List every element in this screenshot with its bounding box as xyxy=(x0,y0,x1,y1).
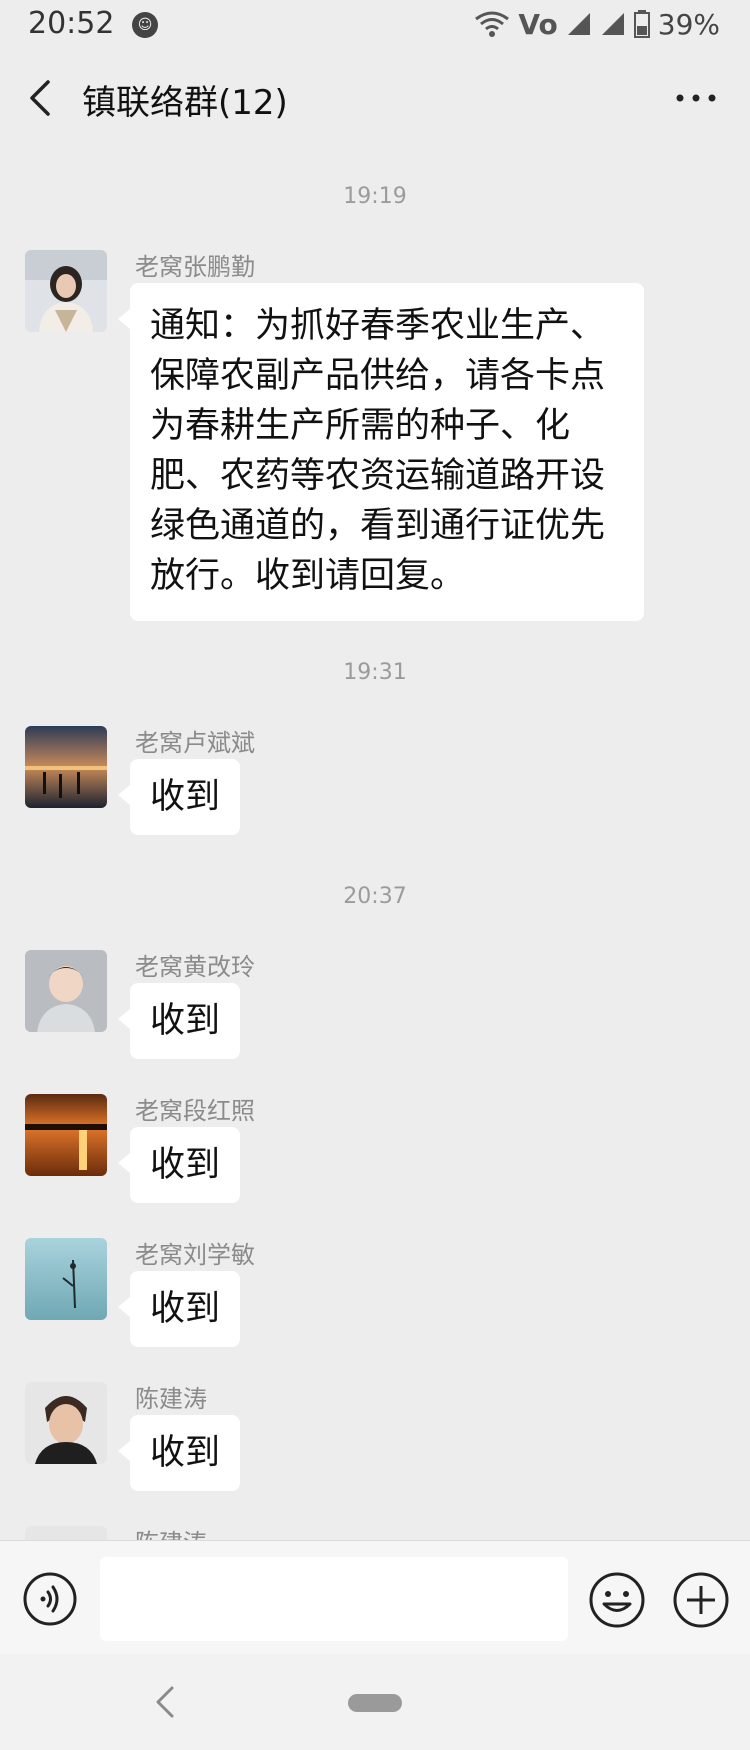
message-bubble[interactable]: 收到 xyxy=(117,759,241,835)
message-bubble[interactable]: 收到 xyxy=(117,983,241,1059)
avatar[interactable] xyxy=(25,950,107,1032)
battery-percent: 39% xyxy=(657,7,720,41)
signal-icon-2 xyxy=(601,13,624,35)
wifi-icon xyxy=(475,11,510,37)
sender-name: 陈建涛 xyxy=(135,1385,207,1413)
avatar[interactable] xyxy=(25,250,107,332)
signal-icon xyxy=(567,13,590,35)
sender-name: 老窝张鹏勤 xyxy=(135,253,255,281)
status-time: 20:52 xyxy=(28,6,115,41)
nav-back-icon[interactable] xyxy=(152,1684,178,1720)
avatar[interactable] xyxy=(25,1382,107,1464)
message-bubble[interactable]: 收到 xyxy=(117,1271,241,1347)
input-bar xyxy=(0,1540,750,1654)
system-nav-bar xyxy=(0,1654,750,1750)
sender-name: 老窝刘学敏 xyxy=(135,1241,255,1269)
back-arrow-icon[interactable] xyxy=(22,76,62,120)
network-label: Vo xyxy=(518,7,558,41)
chat-area[interactable]: 19:19 老窝张鹏勤 通知：为抓好春季农业生产、保障农副产品供给，请各卡点为春… xyxy=(0,146,750,1540)
avatar[interactable] xyxy=(25,1094,107,1176)
more-icon[interactable] xyxy=(674,86,718,110)
chat-header: 镇联络群(12) xyxy=(0,50,750,146)
chat-title: 镇联络群(12) xyxy=(82,83,288,123)
message-input[interactable] xyxy=(100,1557,568,1641)
nav-home-pill[interactable] xyxy=(348,1694,402,1712)
notification-icon: ☺ xyxy=(132,12,158,38)
status-icons: Vo 39% xyxy=(474,6,720,42)
voice-icon[interactable] xyxy=(22,1571,78,1627)
avatar[interactable] xyxy=(25,726,107,808)
battery-icon xyxy=(633,10,650,38)
sender-name: 陈建涛 xyxy=(135,1523,207,1540)
message-bubble[interactable]: 收到 xyxy=(117,1415,241,1491)
sender-name: 老窝卢斌斌 xyxy=(135,729,255,757)
sender-name: 老窝段红照 xyxy=(135,1097,255,1125)
plus-icon[interactable] xyxy=(672,1571,730,1629)
message-bubble[interactable]: 通知：为抓好春季农业生产、保障农副产品供给，请各卡点为春耕生产所需的种子、化肥、… xyxy=(118,283,644,621)
time-label: 20:37 xyxy=(343,884,407,909)
message-bubble[interactable]: 收到 xyxy=(117,1127,241,1203)
avatar[interactable] xyxy=(25,1238,107,1320)
time-label: 19:31 xyxy=(343,660,407,685)
status-bar: 20:52 ☺ Vo 39% xyxy=(0,0,750,50)
avatar[interactable] xyxy=(25,1526,107,1540)
emoji-icon[interactable] xyxy=(588,1571,646,1629)
time-label: 19:19 xyxy=(343,184,407,209)
sender-name: 老窝黄改玲 xyxy=(135,953,255,981)
